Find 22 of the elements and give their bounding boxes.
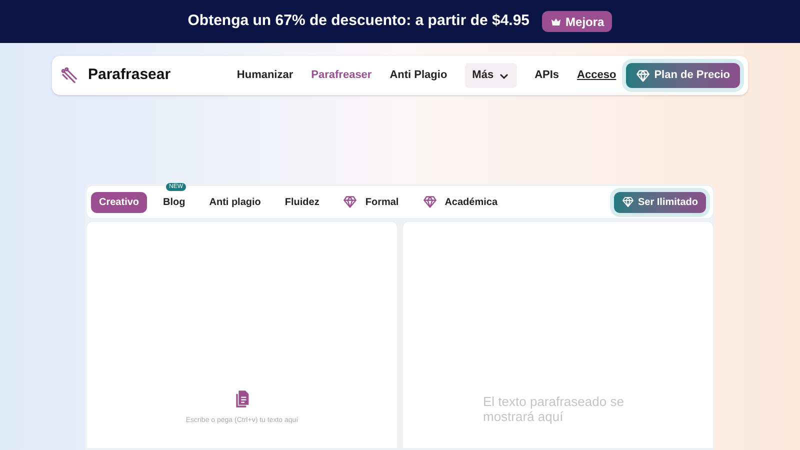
gem-icon bbox=[422, 195, 437, 209]
gem-icon bbox=[343, 195, 358, 209]
brand-name: Parafrasear bbox=[88, 65, 171, 86]
nav-link[interactable]: Parafreaser bbox=[311, 67, 372, 84]
upgrade-button[interactable]: Mejora bbox=[542, 11, 612, 32]
mode-tab[interactable]: Creativo bbox=[91, 192, 148, 212]
pricing-button[interactable]: Plan de Precio bbox=[626, 63, 740, 88]
mode-tab[interactable]: Académica bbox=[414, 192, 506, 212]
nav-link[interactable]: Humanizar bbox=[236, 67, 294, 84]
mode-tab[interactable]: Blog bbox=[155, 192, 194, 212]
more-dropdown[interactable]: Más bbox=[465, 63, 517, 88]
nav-link[interactable]: APIs bbox=[534, 67, 560, 84]
unlimited-button[interactable]: Ser Ilimitado bbox=[614, 192, 706, 212]
promo-text: Obtenga un 67% de descuento: a partir de $4.95 bbox=[188, 11, 530, 32]
mode-tab[interactable]: Fluidez bbox=[276, 192, 328, 212]
mode-tab[interactable]: Anti plagio bbox=[201, 192, 269, 212]
gem-icon bbox=[622, 196, 634, 208]
logo-icon bbox=[60, 66, 80, 86]
login-link[interactable]: Acceso bbox=[577, 67, 616, 84]
mode-tab[interactable]: Formal bbox=[335, 192, 407, 212]
nav-link[interactable]: Anti Plagio bbox=[390, 67, 448, 84]
gem-icon bbox=[636, 68, 650, 82]
